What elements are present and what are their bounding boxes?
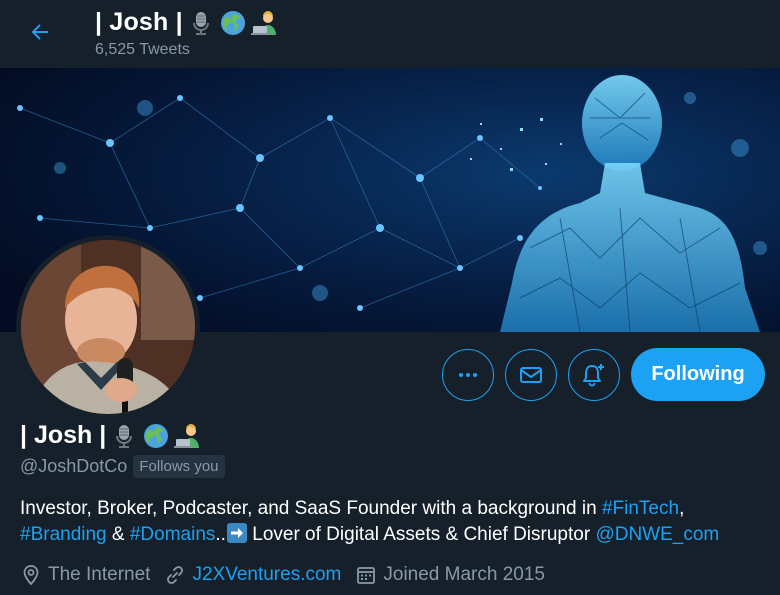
bio-text: Investor, Broker, Podcaster, and SaaS Fo… <box>20 498 602 519</box>
notifications-button[interactable] <box>568 349 620 401</box>
profile-bio: Investor, Broker, Podcaster, and SaaS Fo… <box>20 496 770 548</box>
bio-comma: , <box>679 498 685 519</box>
follows-you-badge: Follows you <box>133 455 225 478</box>
avatar <box>21 240 195 414</box>
profile-name-text: | Josh | <box>20 421 107 449</box>
following-button[interactable]: Following <box>631 348 765 401</box>
technologist-icon <box>174 423 200 448</box>
joined-item: Joined March 2015 <box>355 564 545 586</box>
location-pin-icon <box>23 565 39 586</box>
mention-dnwe-link[interactable]: @DNWE_com <box>595 524 719 545</box>
globe-icon <box>144 423 169 448</box>
location-text: The Internet <box>48 564 151 585</box>
hashtag-fintech-link[interactable]: #FinTech <box>602 498 679 519</box>
handle-row: @JoshDotCo Follows you <box>20 455 225 478</box>
bio-ampersand: & <box>106 524 130 545</box>
globe-icon <box>220 10 245 35</box>
top-bar: | Josh | 6,525 Tweets <box>0 0 780 68</box>
message-button[interactable] <box>505 349 557 401</box>
more-button[interactable] <box>442 349 494 401</box>
location-item: The Internet <box>20 564 150 586</box>
hashtag-domains-link[interactable]: #Domains <box>130 524 216 545</box>
bio-text-2: Lover of Digital Assets & Chief Disrupto… <box>246 524 596 545</box>
bio-dots: .. <box>215 524 226 545</box>
avatar-photo <box>21 240 195 414</box>
tweet-count: 6,525 Tweets <box>95 41 190 58</box>
right-arrow-emoji-icon <box>226 523 247 543</box>
profile-meta: The Internet J2XVentures.com Joined Marc… <box>20 564 559 586</box>
microphone-icon <box>192 11 209 35</box>
header-title: | Josh | <box>95 8 279 37</box>
user-handle: @JoshDotCo <box>20 456 128 476</box>
mail-icon <box>520 367 542 383</box>
back-button[interactable] <box>22 14 58 50</box>
bell-plus-icon <box>583 364 604 387</box>
microphone-icon <box>116 424 133 448</box>
avatar-container[interactable] <box>16 235 200 419</box>
calendar-icon <box>357 567 376 584</box>
link-icon <box>167 566 184 584</box>
joined-text: Joined March 2015 <box>383 564 545 585</box>
website-item: J2XVentures.com <box>164 564 341 586</box>
website-link[interactable]: J2XVentures.com <box>192 564 341 586</box>
technologist-icon <box>250 10 276 35</box>
profile-name: | Josh | <box>20 421 202 450</box>
header-name: | Josh | <box>95 8 183 36</box>
arrow-left-icon <box>31 24 48 40</box>
hashtag-branding-link[interactable]: #Branding <box>20 524 107 545</box>
more-dots-icon <box>459 373 477 377</box>
